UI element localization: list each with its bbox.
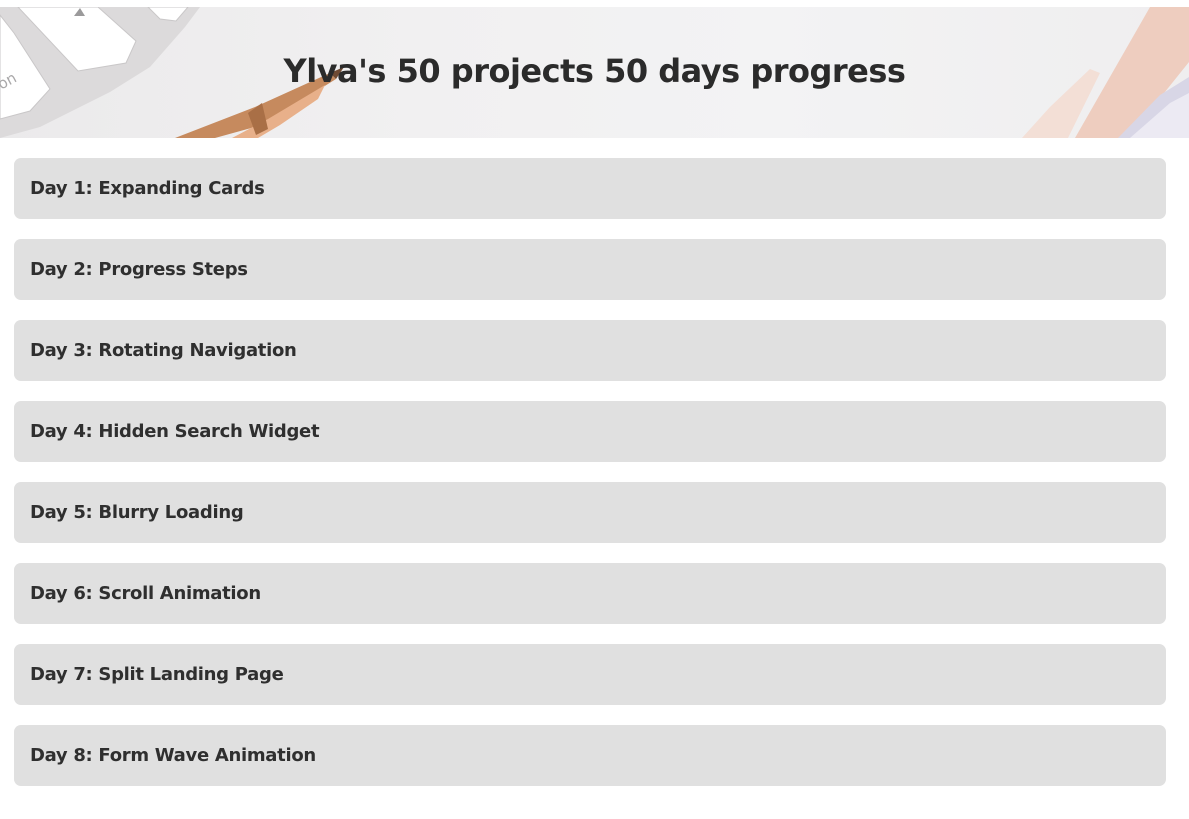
page: on Ylva's 50 projects 50 days progress D… (0, 0, 1189, 819)
project-label: Day 6: Scroll Animation (30, 583, 261, 604)
header-banner: on Ylva's 50 projects 50 days progress (0, 7, 1189, 138)
project-link-day-2[interactable]: Day 2: Progress Steps (14, 239, 1166, 300)
project-label: Day 8: Form Wave Animation (30, 745, 316, 766)
project-list: Day 1: Expanding Cards Day 2: Progress S… (14, 158, 1166, 806)
project-link-day-4[interactable]: Day 4: Hidden Search Widget (14, 401, 1166, 462)
project-label: Day 2: Progress Steps (30, 259, 248, 280)
project-label: Day 4: Hidden Search Widget (30, 421, 320, 442)
page-title: Ylva's 50 projects 50 days progress (283, 52, 906, 90)
project-label: Day 7: Split Landing Page (30, 664, 284, 685)
project-label: Day 5: Blurry Loading (30, 502, 244, 523)
project-link-day-8[interactable]: Day 8: Form Wave Animation (14, 725, 1166, 786)
project-link-day-3[interactable]: Day 3: Rotating Navigation (14, 320, 1166, 381)
project-link-day-5[interactable]: Day 5: Blurry Loading (14, 482, 1166, 543)
project-label: Day 1: Expanding Cards (30, 178, 265, 199)
project-label: Day 3: Rotating Navigation (30, 340, 297, 361)
project-link-day-7[interactable]: Day 7: Split Landing Page (14, 644, 1166, 705)
project-link-day-6[interactable]: Day 6: Scroll Animation (14, 563, 1166, 624)
project-link-day-1[interactable]: Day 1: Expanding Cards (14, 158, 1166, 219)
